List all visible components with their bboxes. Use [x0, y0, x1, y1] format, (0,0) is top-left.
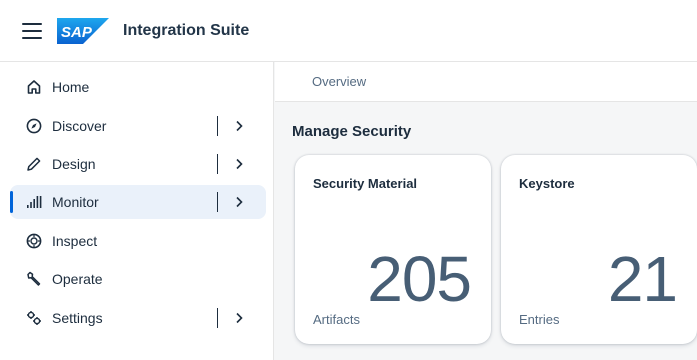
pencil-icon — [26, 156, 42, 172]
tile-security-material[interactable]: Security Material 205 Artifacts — [295, 155, 491, 344]
side-navigation: Home Discover Design Monitor Inspect Ope… — [0, 62, 274, 360]
bar-chart-icon — [26, 194, 42, 210]
sidebar-item-label: Discover — [52, 118, 107, 134]
tile-kpi-value: 205 — [367, 243, 472, 315]
chevron-right-icon[interactable] — [232, 119, 246, 133]
sidebar-item-label: Monitor — [52, 194, 99, 210]
tile-title: Keystore — [519, 176, 575, 191]
tab-overview[interactable]: Overview — [312, 74, 366, 89]
tab-bar: Overview — [275, 62, 697, 102]
gears-icon — [26, 310, 42, 326]
chevron-right-icon[interactable] — [232, 157, 246, 171]
inspect-icon — [26, 233, 42, 249]
app-title: Integration Suite — [123, 21, 250, 39]
home-icon — [26, 79, 42, 95]
chevron-right-icon[interactable] — [232, 311, 246, 325]
sidebar-item-label: Design — [52, 156, 96, 172]
sidebar-item-label: Settings — [52, 310, 103, 326]
svg-text:SAP: SAP — [61, 24, 93, 41]
sidebar-item-label: Home — [52, 79, 90, 95]
sidebar-item-label: Inspect — [52, 233, 98, 249]
compass-icon — [26, 118, 42, 134]
main-content: Overview Manage Security Security Materi… — [275, 62, 697, 360]
sidebar-item-label: Operate — [52, 271, 103, 287]
sidebar-item-discover[interactable]: Discover — [10, 109, 266, 143]
tile-unit: Entries — [519, 312, 560, 327]
section-title: Manage Security — [292, 123, 412, 140]
sidebar-item-design[interactable]: Design — [10, 147, 266, 181]
tile-unit: Artifacts — [313, 312, 360, 327]
divider — [217, 154, 218, 174]
tile-title: Security Material — [313, 176, 418, 191]
sidebar-item-monitor[interactable]: Monitor — [10, 185, 266, 219]
divider — [217, 192, 218, 212]
shell-bar: SAP Integration Suite — [0, 0, 697, 62]
divider — [217, 116, 218, 136]
wrench-icon — [26, 271, 42, 287]
menu-icon[interactable] — [22, 22, 42, 39]
sap-logo[interactable]: SAP — [57, 17, 109, 44]
tile-kpi-value: 21 — [607, 243, 678, 315]
sidebar-item-inspect[interactable]: Inspect — [10, 224, 266, 258]
divider — [217, 308, 218, 328]
chevron-right-icon[interactable] — [232, 195, 246, 209]
sidebar-item-settings[interactable]: Settings — [10, 301, 266, 335]
tile-keystore[interactable]: Keystore 21 Entries — [501, 155, 697, 344]
sidebar-item-operate[interactable]: Operate — [10, 262, 266, 296]
sidebar-item-home[interactable]: Home — [10, 70, 266, 104]
